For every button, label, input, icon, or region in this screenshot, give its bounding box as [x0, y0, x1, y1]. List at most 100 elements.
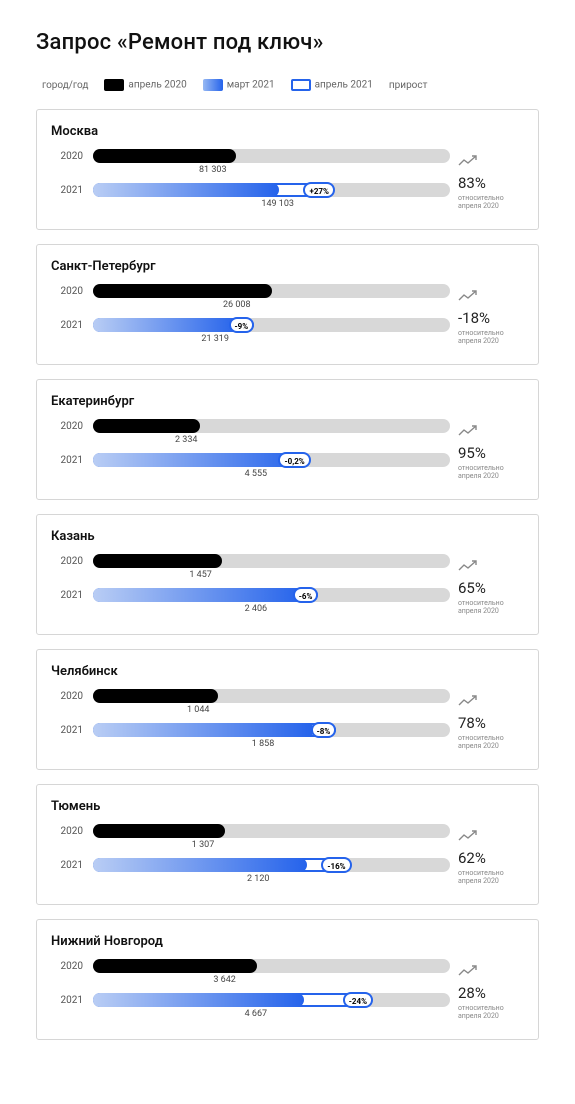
bar-track-2020 [93, 689, 450, 703]
value-2021: 2 120 [247, 874, 269, 884]
bar-mar2021 [93, 183, 279, 197]
growth-pct: 95% [458, 444, 528, 462]
bar-track-2020 [93, 554, 450, 568]
value-2021: 4 667 [245, 1009, 267, 1019]
bar-track-2021: -9% [93, 318, 450, 332]
swatch-black-icon [104, 79, 124, 91]
legend-axis: город/год [42, 80, 88, 91]
city-name: Москва [51, 124, 528, 139]
trend-icon [458, 290, 528, 305]
bar-track-2021: -0,2% [93, 453, 450, 467]
trend-icon [458, 425, 528, 440]
year-label: 2021 [51, 860, 93, 871]
bar-apr2020 [93, 959, 257, 973]
city-card: Москва 2020 81 303 2021 +27% [36, 109, 539, 230]
bar-mar2021 [93, 453, 304, 467]
value-2021: 2 406 [245, 604, 267, 614]
value-2020: 1 457 [189, 570, 211, 580]
growth-sub: относительно апреля 2020 [458, 464, 528, 481]
bar-apr2020 [93, 149, 236, 163]
value-2021: 4 555 [245, 469, 267, 479]
year-label: 2021 [51, 590, 93, 601]
delta-badge: +27% [303, 182, 334, 198]
growth-sub: относительно апреля 2020 [458, 734, 528, 751]
bar-track-2020 [93, 419, 450, 433]
growth-pct: 28% [458, 984, 528, 1002]
trend-icon [458, 830, 528, 845]
year-label: 2020 [51, 691, 93, 702]
delta-badge: -24% [343, 992, 373, 1008]
city-card: Екатеринбург 2020 2 334 2021 -0,2% [36, 379, 539, 500]
bar-track-2021: +27% [93, 183, 450, 197]
city-card: Челябинск 2020 1 044 2021 -8% [36, 649, 539, 770]
city-card: Казань 2020 1 457 2021 -6% [36, 514, 539, 635]
bar-track-2021: -6% [93, 588, 450, 602]
city-name: Тюмень [51, 799, 528, 814]
city-name: Екатеринбург [51, 394, 528, 409]
bar-mar2021 [93, 858, 307, 872]
delta-badge: -6% [293, 587, 319, 603]
bar-apr2020 [93, 824, 225, 838]
growth-pct: 62% [458, 849, 528, 867]
legend-mar2021: март 2021 [203, 79, 275, 91]
value-2021: 21 319 [201, 334, 229, 344]
year-label: 2021 [51, 725, 93, 736]
value-2020: 2 334 [175, 435, 197, 445]
value-2020: 3 642 [213, 975, 235, 985]
year-label: 2020 [51, 286, 93, 297]
value-2020: 1 044 [187, 705, 209, 715]
trend-icon [458, 965, 528, 980]
value-2021: 1 858 [252, 739, 274, 749]
year-label: 2021 [51, 320, 93, 331]
city-name: Нижний Новгород [51, 934, 528, 949]
delta-badge: -8% [311, 722, 337, 738]
trend-icon [458, 155, 528, 170]
growth-sub: относительно апреля 2020 [458, 194, 528, 211]
year-label: 2020 [51, 556, 93, 567]
bar-apr2020 [93, 419, 200, 433]
bar-track-2020 [93, 149, 450, 163]
value-2020: 1 307 [192, 840, 214, 850]
year-label: 2020 [51, 421, 93, 432]
growth-pct: -18% [458, 309, 528, 327]
growth-pct: 83% [458, 174, 528, 192]
bar-track-2021: -24% [93, 993, 450, 1007]
legend-apr2020: апрель 2020 [104, 79, 186, 91]
city-name: Казань [51, 529, 528, 544]
bar-track-2020 [93, 824, 450, 838]
value-2020: 26 008 [223, 300, 251, 310]
delta-badge: -0,2% [278, 452, 310, 468]
bar-apr2020 [93, 284, 272, 298]
bar-apr2020 [93, 689, 218, 703]
year-label: 2021 [51, 185, 93, 196]
swatch-outline-icon [291, 79, 311, 91]
year-label: 2020 [51, 961, 93, 972]
year-label: 2020 [51, 151, 93, 162]
city-card: Тюмень 2020 1 307 2021 -16% [36, 784, 539, 905]
growth-pct: 65% [458, 579, 528, 597]
bar-apr2020 [93, 554, 222, 568]
growth-sub: относительно апреля 2020 [458, 869, 528, 886]
bar-mar2021 [93, 588, 304, 602]
legend-apr2021: апрель 2021 [291, 79, 373, 91]
city-card: Санкт-Петербург 2020 26 008 2021 -9% [36, 244, 539, 365]
bar-track-2020 [93, 284, 450, 298]
city-name: Челябинск [51, 664, 528, 679]
growth-sub: относительно апреля 2020 [458, 599, 528, 616]
swatch-blue-icon [203, 79, 223, 91]
trend-icon [458, 560, 528, 575]
bar-track-2021: -16% [93, 858, 450, 872]
page-title: Запрос «Ремонт под ключ» [36, 30, 539, 55]
bar-mar2021 [93, 318, 239, 332]
delta-badge: -16% [321, 857, 351, 873]
year-label: 2020 [51, 826, 93, 837]
bar-mar2021 [93, 993, 304, 1007]
bar-mar2021 [93, 723, 314, 737]
city-card: Нижний Новгород 2020 3 642 2021 -24% [36, 919, 539, 1040]
value-2020: 81 303 [199, 165, 227, 175]
city-name: Санкт-Петербург [51, 259, 528, 274]
year-label: 2021 [51, 455, 93, 466]
legend: город/год апрель 2020 март 2021 апрель 2… [42, 79, 539, 91]
legend-growth: прирост [389, 80, 428, 91]
year-label: 2021 [51, 995, 93, 1006]
